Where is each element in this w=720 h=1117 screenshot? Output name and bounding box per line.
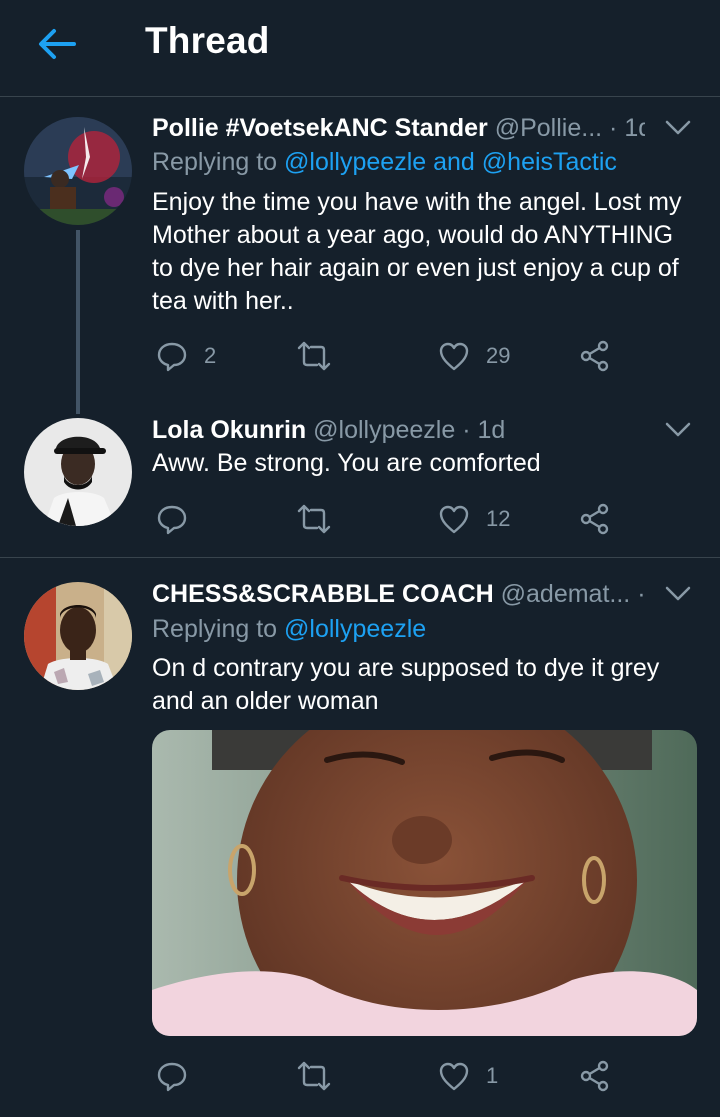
tweet-text: Enjoy the time you have with the angel. …	[152, 188, 682, 315]
separator-dot: ·	[609, 114, 618, 142]
retweet-icon	[297, 1061, 331, 1091]
like-button[interactable]: 29	[438, 336, 510, 376]
replying-prefix: Replying to	[152, 148, 278, 176]
timestamp[interactable]: 1d	[478, 416, 506, 444]
replying-to: Replying to @lollypeezle and @heisTactic	[152, 145, 617, 179]
separator-dot: ·	[462, 416, 471, 444]
display-name[interactable]: Lola Okunrin	[152, 416, 306, 444]
user-handle[interactable]: @ademat...	[501, 580, 631, 608]
mention-link[interactable]: @lollypeezle	[284, 615, 426, 643]
like-count: 12	[486, 506, 511, 531]
avatar[interactable]	[24, 117, 132, 225]
like-count: 1	[486, 1063, 499, 1088]
avatar[interactable]	[24, 582, 132, 690]
share-icon	[580, 340, 609, 372]
tweet-text: Aww. Be strong. You are comforted	[152, 449, 541, 477]
retweet-button[interactable]	[297, 499, 347, 539]
reply-count: 2	[204, 343, 217, 368]
like-icon	[439, 505, 469, 534]
display-name[interactable]: CHESS&SCRABBLE COACH	[152, 580, 494, 608]
avatar[interactable]	[24, 418, 132, 526]
tweet-actions: 2 29	[152, 336, 672, 376]
thread-connector	[76, 230, 80, 414]
retweet-button[interactable]	[297, 336, 347, 376]
chevron-down-icon	[665, 422, 691, 437]
replying-prefix: Replying to	[152, 615, 278, 643]
chevron-down-icon	[665, 586, 691, 601]
replying-to: Replying to @lollypeezle	[152, 612, 426, 646]
tweet-menu-button[interactable]	[664, 584, 692, 604]
page-title: Thread	[145, 20, 270, 61]
retweet-icon	[297, 341, 331, 371]
like-button[interactable]: 1	[438, 1056, 498, 1096]
divider	[0, 557, 720, 558]
share-icon	[580, 503, 609, 535]
reply-icon	[157, 505, 187, 535]
tweet-actions: 1	[152, 1056, 672, 1096]
tweet-actions: 12	[152, 499, 672, 539]
share-button[interactable]	[579, 1056, 611, 1096]
retweet-icon	[297, 504, 331, 534]
reply-icon	[157, 342, 187, 372]
user-handle[interactable]: @Pollie...	[495, 114, 602, 142]
timestamp[interactable]: 1d	[624, 114, 645, 142]
like-icon	[439, 342, 469, 371]
reply-button[interactable]	[156, 499, 204, 539]
retweet-button[interactable]	[297, 1056, 347, 1096]
tweet-text: On d contrary you are supposed to dye it…	[152, 654, 660, 715]
share-button[interactable]	[579, 336, 611, 376]
chevron-down-icon	[665, 120, 691, 135]
tweet-header: CHESS&SCRABBLE COACH @ademat... · 1d	[152, 576, 645, 612]
arrow-left-icon	[39, 29, 76, 59]
like-button[interactable]: 12	[438, 499, 510, 539]
mention-link[interactable]: @heisTactic	[482, 148, 617, 176]
tweet-menu-button[interactable]	[664, 118, 692, 138]
like-icon	[439, 1062, 469, 1091]
reply-button[interactable]	[156, 1056, 204, 1096]
tweet-header: Lola Okunrin @lollypeezle · 1d	[152, 412, 645, 448]
mention-link[interactable]: @lollypeezle	[284, 148, 426, 176]
back-button[interactable]	[34, 24, 78, 64]
reply-icon	[157, 1062, 187, 1092]
tweet-photo[interactable]	[152, 730, 697, 1036]
display-name[interactable]: Pollie #VoetsekANC Stander	[152, 114, 488, 142]
tweet-menu-button[interactable]	[664, 420, 692, 440]
user-handle[interactable]: @lollypeezle	[313, 416, 455, 444]
like-count: 29	[486, 343, 511, 368]
tweet-header: Pollie #VoetsekANC Stander @Pollie... · …	[152, 110, 645, 146]
top-app-bar: Thread	[0, 0, 720, 97]
separator-dot: ·	[637, 580, 645, 608]
share-button[interactable]	[579, 499, 611, 539]
share-icon	[580, 1060, 609, 1092]
reply-button[interactable]: 2	[156, 336, 216, 376]
mention-join[interactable]: and	[433, 148, 475, 176]
